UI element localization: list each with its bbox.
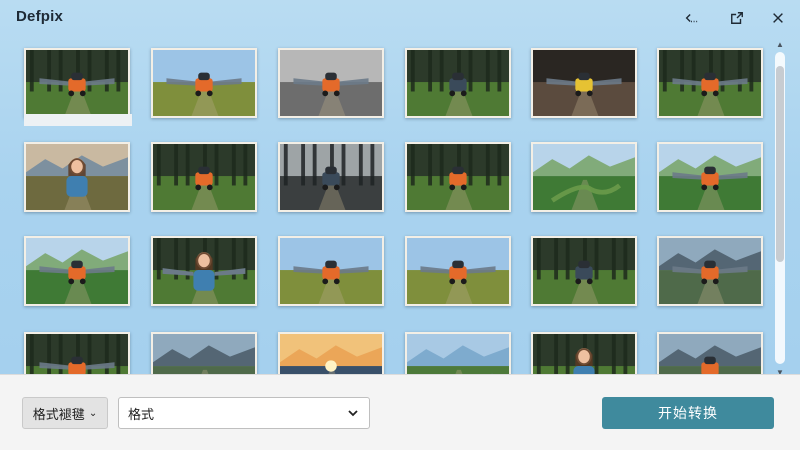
- image-gallery: [0, 36, 770, 374]
- gallery-thumbnail[interactable]: [657, 142, 763, 212]
- close-icon: [773, 13, 783, 23]
- gallery-thumbnail[interactable]: [405, 332, 511, 374]
- thumbnail-image: [153, 50, 255, 116]
- gallery-thumbnail[interactable]: [24, 332, 130, 374]
- thumbnail-image: [153, 144, 255, 210]
- gallery-thumbnail[interactable]: [278, 236, 384, 306]
- thumbnail-image: [26, 238, 128, 304]
- chevron-down-icon: ⌄: [88, 407, 98, 419]
- thumbnail-image: [533, 334, 635, 374]
- back-button[interactable]: [678, 6, 704, 30]
- thumbnail-image: [407, 238, 509, 304]
- title-bar: Defpix: [0, 0, 800, 36]
- close-button[interactable]: [765, 6, 791, 30]
- gallery-thumbnail[interactable]: [531, 236, 637, 306]
- gallery-thumbnail[interactable]: [278, 142, 384, 212]
- gallery-thumbnail[interactable]: [151, 332, 257, 374]
- thumbnail-image: [533, 238, 635, 304]
- thumbnail-image: [280, 50, 382, 116]
- thumbnail-image: [280, 144, 382, 210]
- gallery-thumbnail[interactable]: [531, 48, 637, 118]
- thumbnail-image: [659, 238, 761, 304]
- gallery-scrollbar[interactable]: ▲ ▼: [772, 36, 788, 378]
- app-title: Defpix: [16, 8, 64, 25]
- start-convert-button[interactable]: 开始转换: [602, 397, 774, 429]
- export-button[interactable]: [724, 6, 750, 30]
- gallery-thumbnail[interactable]: [151, 236, 257, 306]
- gallery-thumbnail[interactable]: [278, 332, 384, 374]
- gallery-thumbnail[interactable]: [151, 142, 257, 212]
- gallery-thumbnail[interactable]: [531, 142, 637, 212]
- gallery-thumbnail[interactable]: [405, 48, 511, 118]
- back-arrow-icon: [685, 14, 698, 23]
- scroll-thumb[interactable]: [776, 66, 784, 262]
- thumbnail-image: [280, 238, 382, 304]
- gallery-thumbnail[interactable]: [24, 48, 130, 118]
- thumbnail-image: [659, 334, 761, 374]
- gallery-thumbnail[interactable]: [405, 236, 511, 306]
- thumbnail-image: [153, 334, 255, 374]
- thumbnail-image: [407, 334, 509, 374]
- gallery-thumbnail[interactable]: [24, 236, 130, 306]
- format-select-value: 格式: [128, 406, 155, 422]
- chevron-down-icon: [347, 407, 359, 419]
- gallery-thumbnail[interactable]: [405, 142, 511, 212]
- gallery-thumbnail[interactable]: [657, 332, 763, 374]
- gallery-thumbnail[interactable]: [657, 236, 763, 306]
- gallery-thumbnail[interactable]: [24, 142, 130, 212]
- gallery-thumbnail[interactable]: [657, 48, 763, 118]
- gallery-thumbnail[interactable]: [278, 48, 384, 118]
- thumbnail-image: [659, 144, 761, 210]
- thumbnail-image: [26, 334, 128, 374]
- thumbnail-image: [407, 50, 509, 116]
- thumbnail-image: [533, 144, 635, 210]
- thumbnail-image: [26, 144, 128, 210]
- format-group-label: 格式褪毽: [32, 406, 85, 422]
- scroll-up-arrow-icon[interactable]: ▲: [772, 38, 788, 50]
- format-select[interactable]: 格式: [118, 397, 370, 429]
- gallery-thumbnail[interactable]: [531, 332, 637, 374]
- thumbnail-image: [533, 50, 635, 116]
- thumbnail-image: [280, 334, 382, 374]
- bottom-toolbar: 格式褪毽 ⌄ 格式 开始转换: [0, 374, 800, 450]
- selected-thumbnail-caption-bar: [24, 114, 132, 126]
- gallery-thumbnail[interactable]: [151, 48, 257, 118]
- thumbnail-image: [153, 238, 255, 304]
- export-icon: [731, 12, 743, 24]
- thumbnail-image: [659, 50, 761, 116]
- thumbnail-image: [26, 50, 128, 116]
- format-group-dropdown[interactable]: 格式褪毽 ⌄: [22, 397, 108, 429]
- thumbnail-image: [407, 144, 509, 210]
